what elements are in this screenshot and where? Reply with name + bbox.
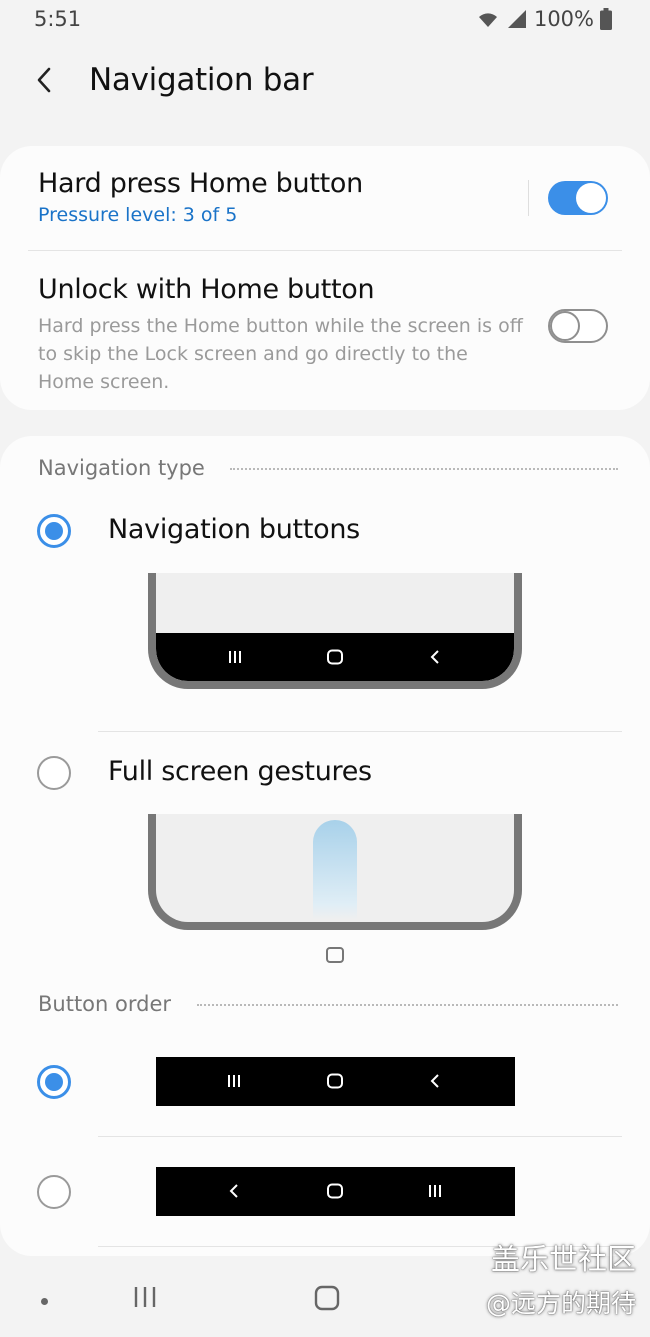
option-divider	[98, 1136, 622, 1137]
hard-press-home-row[interactable]: Hard press Home button Pressure level: 3…	[0, 146, 650, 250]
hard-press-home-toggle[interactable]	[548, 181, 608, 215]
unlock-home-description: Hard press the Home button while the scr…	[38, 315, 523, 393]
recents-icon	[132, 1285, 158, 1313]
recents-icon	[220, 645, 250, 669]
full-screen-gestures-label[interactable]: Full screen gestures	[108, 756, 372, 787]
navigation-buttons-radio[interactable]	[37, 514, 71, 548]
battery-text: 100%	[533, 7, 594, 31]
wifi-icon	[476, 9, 500, 29]
home-icon	[314, 1285, 340, 1315]
back-icon	[219, 1179, 249, 1203]
unlock-home-row[interactable]: Unlock with Home button Hard press the H…	[0, 250, 650, 410]
full-screen-gestures-radio[interactable]	[37, 756, 71, 790]
section-dotted-line	[197, 1004, 618, 1006]
app-header: Navigation bar	[0, 48, 650, 118]
toggle-knob	[550, 311, 580, 341]
recents-button[interactable]	[131, 1286, 159, 1312]
home-hint-icon	[326, 947, 344, 963]
button-order-header: Button order	[38, 992, 172, 1016]
status-icons: 100%	[476, 7, 612, 31]
navigation-type-header: Navigation type	[38, 456, 205, 480]
radio-dot	[45, 522, 63, 540]
navigation-buttons-label[interactable]: Navigation buttons	[108, 514, 360, 545]
back-icon	[420, 1069, 450, 1093]
home-icon	[320, 645, 350, 669]
button-order-2-preview[interactable]	[156, 1167, 515, 1216]
option-divider	[98, 731, 622, 732]
signal-icon	[506, 9, 528, 29]
status-time: 5:51	[34, 7, 82, 31]
row-vertical-divider	[528, 180, 529, 216]
radio-dot	[45, 1073, 63, 1091]
system-navigation-bar	[0, 1262, 650, 1337]
preview-navbar	[156, 633, 514, 681]
navigation-buttons-preview[interactable]	[148, 573, 522, 689]
back-button[interactable]	[24, 62, 64, 102]
unlock-home-title: Unlock with Home button	[38, 274, 375, 305]
home-button-settings-card: Hard press Home button Pressure level: 3…	[0, 146, 650, 410]
button-order-1-preview[interactable]	[156, 1057, 515, 1106]
hard-press-home-title: Hard press Home button	[38, 168, 363, 199]
back-icon	[420, 645, 450, 669]
home-button[interactable]	[313, 1285, 341, 1315]
navigation-type-card: Navigation type Navigation buttons Full …	[0, 436, 650, 1256]
recents-icon	[420, 1179, 450, 1203]
pressure-level-subtitle: Pressure level: 3 of 5	[38, 204, 238, 226]
back-arrow-icon	[34, 66, 54, 98]
page-title: Navigation bar	[89, 62, 314, 98]
dot-icon	[41, 1298, 48, 1305]
recents-icon	[219, 1069, 249, 1093]
battery-icon	[600, 8, 612, 30]
unlock-home-toggle[interactable]	[548, 309, 608, 343]
button-order-2-radio[interactable]	[37, 1175, 71, 1209]
status-bar: 5:51 100%	[0, 0, 650, 40]
home-icon	[320, 1069, 350, 1093]
button-order-1-radio[interactable]	[37, 1065, 71, 1099]
full-screen-gestures-preview[interactable]	[148, 814, 522, 930]
section-dotted-line	[230, 468, 618, 470]
home-icon	[320, 1179, 350, 1203]
toggle-knob	[576, 183, 606, 213]
gesture-pill	[313, 820, 357, 920]
